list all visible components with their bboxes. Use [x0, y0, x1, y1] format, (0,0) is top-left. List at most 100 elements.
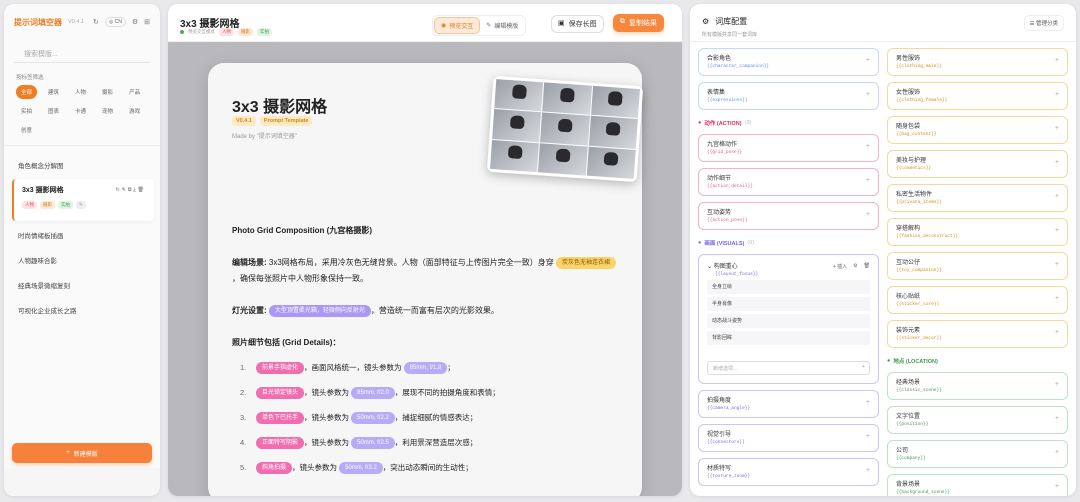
edit-mode-button[interactable]: ✎ 编辑模版: [480, 17, 524, 34]
fill-slot-light[interactable]: 大型顶置柔光箱，轻微侧向反射光: [268, 304, 371, 317]
filter-chip[interactable]: 宠物: [97, 104, 118, 118]
plus-icon[interactable]: +: [1055, 329, 1059, 336]
refresh-icon[interactable]: ↻: [93, 18, 99, 26]
save-image-button[interactable]: ▣ 保存长图: [551, 15, 604, 33]
manage-categories-button[interactable]: ☰ 管理分类: [1023, 15, 1064, 31]
variable-item[interactable]: 私密生活物件 {{private_items}} +: [887, 184, 1068, 212]
option-item[interactable]: 全身立绘: [707, 280, 870, 294]
plus-icon[interactable]: +: [1055, 193, 1059, 200]
category-location[interactable]: ● 地点 (LOCATION): [887, 354, 1068, 368]
variable-item[interactable]: 男性服饰 {{clothing_male}} +: [887, 48, 1068, 76]
plus-icon[interactable]: +: [1055, 91, 1059, 98]
eye-icon: ◉: [441, 23, 447, 29]
variable-item[interactable]: 背景场景 {{background_scene}} +: [887, 474, 1068, 496]
plus-icon[interactable]: +: [1055, 483, 1059, 490]
gear-icon[interactable]: ⚙: [132, 18, 138, 26]
template-item[interactable]: 经典场景微缩复刻: [4, 274, 160, 299]
template-item-selected[interactable]: 3x3 摄影网格 ↻✎⧉⤓🗑 人物 摄影 实拍 ✎: [12, 179, 154, 221]
preview-mode-button[interactable]: ◉ 预览交互: [434, 17, 481, 34]
variable-item[interactable]: 动作细节 {{action_detail}} +: [698, 168, 879, 196]
fill-slot-lens[interactable]: 50mm, f/3.2: [339, 461, 383, 474]
option-item[interactable]: 半身肖像: [707, 297, 870, 311]
gear-icon[interactable]: ⚙: [853, 263, 857, 270]
variable-item[interactable]: 核心贴纸 {{sticker_core}} +: [887, 286, 1068, 314]
plus-icon[interactable]: +: [1055, 159, 1059, 166]
variable-key: {{fashion_deconstruct}}: [896, 234, 959, 239]
variable-item[interactable]: 公司 {{company}} +: [887, 440, 1068, 468]
variable-item[interactable]: 合影角色 {{character_companion}} +: [698, 48, 879, 76]
plus-icon[interactable]: +: [862, 364, 865, 370]
fill-slot-lens[interactable]: 50mm, f/2.5: [351, 436, 395, 449]
plus-icon[interactable]: +: [1055, 261, 1059, 268]
search-input[interactable]: 搜索模版...: [14, 46, 150, 63]
copy-result-button[interactable]: ⧉ 复制结果: [613, 14, 664, 32]
filter-chip[interactable]: 产品: [124, 85, 145, 99]
fill-slot-pose[interactable]: 斜角拍摄: [256, 461, 293, 474]
plus-icon[interactable]: +: [1055, 125, 1059, 132]
cover-image[interactable]: [486, 75, 644, 183]
plus-icon[interactable]: +: [866, 177, 870, 184]
category-visuals[interactable]: ● 画面 (VISUALS) (9): [698, 236, 879, 250]
new-template-button[interactable]: + 新建模版: [12, 443, 152, 463]
plus-icon[interactable]: +: [1055, 415, 1059, 422]
trash-icon[interactable]: 🗑: [864, 263, 870, 270]
variable-item[interactable]: 材质特写 {{texture_zoom}} +: [698, 458, 879, 486]
plus-icon[interactable]: +: [866, 211, 870, 218]
plus-icon[interactable]: +: [866, 467, 870, 474]
template-item[interactable]: 人物趣味合影: [4, 249, 160, 274]
variable-item-expanded[interactable]: ⌄ 构图重心 {{layout_focus}} + 插入 ⚙ 🗑 全身立绘 半身肖像 …: [698, 254, 879, 384]
plus-icon[interactable]: +: [866, 433, 870, 440]
variable-item[interactable]: 穿搭解构 {{fashion_deconstruct}} +: [887, 218, 1068, 246]
fill-slot-pose[interactable]: 前景手指虚化: [256, 361, 305, 374]
plus-icon[interactable]: +: [866, 399, 870, 406]
template-actions-icons[interactable]: ↻✎⧉⤓🗑: [115, 187, 146, 193]
fill-slot-lens[interactable]: 85mm, f/1.8: [403, 361, 448, 374]
tag-edit-icon[interactable]: ✎: [76, 201, 86, 209]
fill-slot-lens[interactable]: 85mm, f/2.0: [351, 386, 395, 399]
variable-item[interactable]: 拍摄角度 {{camera_angle}} +: [698, 390, 879, 418]
filter-chip[interactable]: 创意: [16, 123, 37, 137]
template-item[interactable]: 可视化企业成长之路: [4, 299, 160, 324]
plus-icon[interactable]: +: [1055, 449, 1059, 456]
plus-icon[interactable]: +: [866, 91, 870, 98]
template-item[interactable]: 时尚情绪板插画: [4, 224, 160, 249]
variable-item[interactable]: 视觉引导 {{connectors}} +: [698, 424, 879, 452]
variable-item[interactable]: 美妆与护理 {{cosmetics}} +: [887, 150, 1068, 178]
plus-icon[interactable]: +: [866, 143, 870, 150]
filter-chip[interactable]: 卡通: [70, 104, 91, 118]
insert-button[interactable]: + 插入: [833, 263, 847, 270]
option-item[interactable]: 动态战斗姿势: [707, 314, 870, 328]
filter-chip[interactable]: 建筑: [43, 85, 64, 99]
variable-item[interactable]: 互动姿势 {{action_pose}} +: [698, 202, 879, 230]
filter-chip[interactable]: 图表: [43, 104, 64, 118]
variable-item[interactable]: 文字位置 {{position}} +: [887, 406, 1068, 434]
fill-slot-pose[interactable]: 正面特写阴影: [256, 436, 305, 449]
variable-item[interactable]: 互动公仔 {{toy_companion}} +: [887, 252, 1068, 280]
new-option-input[interactable]: + 新增选项...: [707, 361, 870, 375]
filter-chip[interactable]: 摄影: [97, 85, 118, 99]
filter-chip[interactable]: 实拍: [16, 104, 37, 118]
plus-icon[interactable]: +: [866, 57, 870, 64]
language-toggle[interactable]: ◎ CN: [104, 17, 126, 27]
filter-chip[interactable]: 游戏: [124, 104, 145, 118]
variable-item[interactable]: 女性服饰 {{clothing_female}} +: [887, 82, 1068, 110]
plus-icon[interactable]: +: [1055, 227, 1059, 234]
template-item[interactable]: 角色概念分解图: [4, 154, 160, 179]
variable-item[interactable]: 经典场景 {{classic_scene}} +: [887, 372, 1068, 400]
fill-slot-lens[interactable]: 50mm, f/2.2: [351, 411, 395, 424]
fill-slot-clothing[interactable]: 炭灰色无袖连衣裙: [556, 256, 617, 269]
variable-item[interactable]: 九宫格动作 {{grid_pose}} +: [698, 134, 879, 162]
plus-icon[interactable]: +: [1055, 295, 1059, 302]
variable-item[interactable]: 随身包袋 {{bag_content}} +: [887, 116, 1068, 144]
variable-item[interactable]: 表情集 {{expressions}} +: [698, 82, 879, 110]
category-action[interactable]: ● 动作 (ACTION) (3): [698, 116, 879, 130]
plus-icon[interactable]: +: [1055, 57, 1059, 64]
filter-chip-all[interactable]: 全部: [16, 85, 38, 99]
fill-slot-pose[interactable]: 目光锁定镜头: [256, 386, 305, 399]
variable-item[interactable]: 装饰元素 {{sticker_decor}} +: [887, 320, 1068, 348]
grid-icon[interactable]: ⊞: [144, 18, 150, 26]
plus-icon[interactable]: +: [1055, 381, 1059, 388]
option-item[interactable]: 背影回眸: [707, 331, 870, 345]
fill-slot-pose[interactable]: 单色下巴托手: [256, 411, 305, 424]
filter-chip[interactable]: 人物: [70, 85, 91, 99]
